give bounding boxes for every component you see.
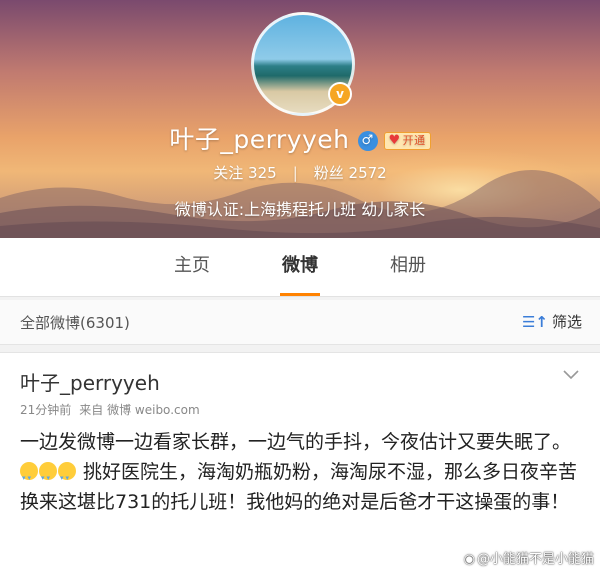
vip-badge[interactable]: ♥ 开通 <box>383 132 431 150</box>
verified-badge-icon: v <box>328 82 352 106</box>
post-text: 一边发微博一边看家长群，一边气的手抖，今夜估计又要失眠了。 挑好医院生，海淘奶瓶… <box>20 427 580 517</box>
verification-text: 微博认证:上海携程托儿班 幼儿家长 <box>174 200 426 219</box>
fans-stat[interactable]: 粉丝 2572 <box>314 164 387 182</box>
filter-icon: ☰↑ <box>521 313 548 331</box>
post-author[interactable]: 叶子_perryyeh <box>20 367 160 396</box>
vip-crown-icon: ♥ <box>388 133 401 148</box>
profile-tabs: 主页 微博 相册 <box>0 238 600 297</box>
profile-stats: 关注 325 | 粉丝 2572 <box>213 164 387 182</box>
filter-bar: 全部微博(6301) ☰↑ 筛选 <box>0 300 600 345</box>
crying-emoji-icon <box>58 462 76 493</box>
profile-name-row: 叶子_perryyeh ♂ ♥ 开通 <box>0 120 600 156</box>
tab-weibo[interactable]: 微博 <box>246 238 354 296</box>
watermark: ◉ @小能猫不是小能猫 <box>463 552 594 567</box>
chevron-down-icon[interactable] <box>562 365 580 383</box>
all-posts-count: 全部微博(6301) <box>20 314 130 332</box>
post-source: 来自 微博 weibo.com <box>79 403 200 417</box>
post-time: 21分钟前 <box>20 403 72 417</box>
follow-stat[interactable]: 关注 325 <box>213 164 276 182</box>
profile-nickname: 叶子_perryyeh <box>169 125 350 154</box>
crying-emoji-icon <box>20 462 38 493</box>
weibo-logo-icon: ◉ <box>463 552 475 567</box>
post-meta: 21分钟前 来自 微博 weibo.com <box>20 401 200 418</box>
male-gender-icon: ♂ <box>357 131 378 151</box>
tab-home[interactable]: 主页 <box>138 238 246 296</box>
post-card: 叶子_perryyeh 21分钟前 来自 微博 weibo.com 一边发微博一边… <box>0 352 600 573</box>
tab-album[interactable]: 相册 <box>354 238 462 296</box>
filter-button[interactable]: ☰↑ 筛选 <box>522 311 582 332</box>
crying-emoji-icon <box>39 462 57 493</box>
